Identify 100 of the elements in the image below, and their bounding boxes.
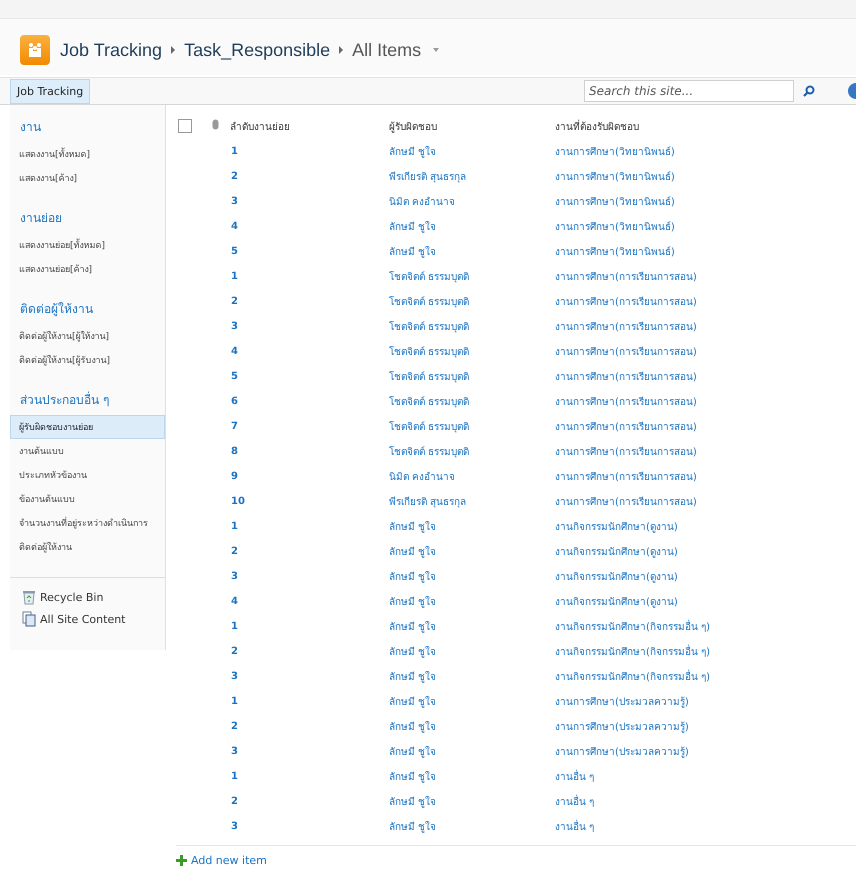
task-link[interactable]: งานการศึกษา(การเรียนการสอน) (555, 472, 697, 483)
table-cell[interactable]: 2 (230, 296, 238, 307)
table-cell[interactable]: 3 (230, 821, 238, 832)
table-cell[interactable]: 3 (230, 321, 238, 332)
person-link[interactable]: โชตจิตต์ ธรรมบุตดิ (389, 422, 470, 433)
nav-item[interactable]: ติดต่อผู้ให้งาน[ผู้ให้งาน] (10, 324, 165, 348)
person-link[interactable]: ลักษมี ชูใจ (389, 722, 436, 733)
view-selector[interactable]: All Items (352, 40, 422, 60)
column-header[interactable]: ลำดับงานย่อย (230, 122, 290, 132)
person-link[interactable]: ลักษมี ชูใจ (389, 672, 436, 683)
table-cell[interactable]: 3 (230, 571, 238, 582)
column-header[interactable]: ผู้รับผิดชอบ (389, 122, 437, 132)
task-link[interactable]: งานการศึกษา(ประมวลความรู้) (555, 747, 689, 758)
task-link[interactable]: งานการศึกษา(การเรียนการสอน) (555, 297, 697, 308)
person-link[interactable]: ลักษมี ชูใจ (389, 147, 436, 158)
table-cell[interactable]: 1 (230, 271, 238, 282)
table-cell[interactable]: 2 (230, 721, 238, 732)
table-cell[interactable]: 5 (230, 246, 238, 257)
person-link[interactable]: นิมิต คงอำนาจ (389, 472, 456, 483)
person-link[interactable]: โชตจิตต์ ธรรมบุตดิ (389, 347, 470, 358)
person-link[interactable]: โชตจิตต์ ธรรมบุตดิ (389, 372, 470, 383)
task-link[interactable]: งานการศึกษา(การเรียนการสอน) (555, 422, 697, 433)
task-link[interactable]: งานอื่น ๆ (555, 797, 594, 808)
task-link[interactable]: งานอื่น ๆ (555, 822, 594, 833)
table-cell[interactable]: 10 (230, 496, 245, 507)
task-link[interactable]: งานกิจกรรมนักศึกษา(กิจกรรมอื่น ๆ) (555, 672, 710, 683)
add-new-item-link[interactable]: Add new item (191, 854, 267, 867)
person-link[interactable]: ลักษมี ชูใจ (389, 572, 436, 583)
nav-item[interactable]: ติดต่อผู้ให้งาน[ผู้รับงาน] (10, 348, 165, 372)
table-cell[interactable]: 8 (230, 446, 238, 457)
task-link[interactable]: งานการศึกษา(การเรียนการสอน) (555, 397, 697, 408)
task-link[interactable]: งานการศึกษา(การเรียนการสอน) (555, 497, 697, 508)
person-link[interactable]: โชตจิตต์ ธรรมบุตดิ (389, 447, 470, 458)
person-link[interactable]: นิมิต คงอำนาจ (389, 197, 456, 208)
person-link[interactable]: โชตจิตต์ ธรรมบุตดิ (389, 322, 470, 333)
nav-item[interactable]: ติดต่อผู้ให้งาน (10, 535, 165, 559)
task-link[interactable]: งานการศึกษา(การเรียนการสอน) (555, 347, 697, 358)
task-link[interactable]: งานกิจกรรมนักศึกษา(ดูงาน) (555, 522, 678, 533)
table-cell[interactable]: 3 (230, 196, 238, 207)
nav-link[interactable]: Recycle Bin (40, 590, 104, 604)
nav-item[interactable]: แสดงงาน[ค้าง] (10, 166, 165, 190)
person-link[interactable]: ลักษมี ชูใจ (389, 597, 436, 608)
nav-heading[interactable]: งานย่อย (10, 208, 165, 233)
table-cell[interactable]: 2 (230, 796, 238, 807)
task-link[interactable]: งานกิจกรรมนักศึกษา(ดูงาน) (555, 547, 678, 558)
table-cell[interactable]: 4 (230, 596, 238, 607)
site-tab[interactable]: Job Tracking (10, 78, 90, 104)
breadcrumb-link[interactable]: Task_Responsible (184, 40, 330, 60)
table-cell[interactable]: 2 (230, 171, 238, 182)
nav-item[interactable]: จำนวนงานที่อยู่ระหว่างดำเนินการ (10, 511, 165, 535)
task-link[interactable]: งานการศึกษา(วิทยานิพนธ์) (555, 222, 675, 233)
task-link[interactable]: งานกิจกรรมนักศึกษา(กิจกรรมอื่น ๆ) (555, 647, 710, 658)
table-cell[interactable]: 3 (230, 746, 238, 757)
nav-item[interactable]: แสดงงาน[ทั้งหมด] (10, 142, 165, 166)
table-cell[interactable]: 3 (230, 671, 238, 682)
person-link[interactable]: ลักษมี ชูใจ (389, 547, 436, 558)
search-field[interactable]: Search this site... (584, 80, 794, 102)
task-link[interactable]: งานการศึกษา(การเรียนการสอน) (555, 322, 697, 333)
nav-heading[interactable]: ส่วนประกอบอื่น ๆ (10, 390, 165, 415)
task-link[interactable]: งานกิจกรรมนักศึกษา(ดูงาน) (555, 572, 678, 583)
person-link[interactable]: พีรเกียรติ สุนธรกุล (389, 497, 466, 508)
person-link[interactable]: โชตจิตต์ ธรรมบุตดิ (389, 397, 470, 408)
person-link[interactable]: โชตจิตต์ ธรรมบุตดิ (389, 272, 470, 283)
nav-item[interactable]: งานต้นแบบ (10, 439, 165, 463)
person-link[interactable]: ลักษมี ชูใจ (389, 522, 436, 533)
person-link[interactable]: ลักษมี ชูใจ (389, 247, 436, 258)
person-link[interactable]: ลักษมี ชูใจ (389, 647, 436, 658)
nav-item[interactable]: ข้องานต้นแบบ (10, 487, 165, 511)
person-link[interactable]: โชตจิตต์ ธรรมบุตดิ (389, 297, 470, 308)
task-link[interactable]: งานการศึกษา(การเรียนการสอน) (555, 272, 697, 283)
select-all-checkbox[interactable] (178, 119, 192, 133)
task-link[interactable]: งานกิจกรรมนักศึกษา(กิจกรรมอื่น ๆ) (555, 622, 710, 633)
task-link[interactable]: งานการศึกษา(วิทยานิพนธ์) (555, 197, 675, 208)
table-cell[interactable]: 1 (230, 696, 238, 707)
task-link[interactable]: งานการศึกษา(วิทยานิพนธ์) (555, 172, 675, 183)
breadcrumb-link[interactable]: Job Tracking (60, 40, 162, 60)
person-link[interactable]: ลักษมี ชูใจ (389, 697, 436, 708)
table-cell[interactable]: 4 (230, 221, 238, 232)
table-cell[interactable]: 9 (230, 471, 238, 482)
table-cell[interactable]: 6 (230, 396, 238, 407)
nav-link[interactable]: All Site Content (40, 612, 126, 626)
table-cell[interactable]: 2 (230, 646, 238, 657)
person-link[interactable]: ลักษมี ชูใจ (389, 747, 436, 758)
task-link[interactable]: งานการศึกษา(วิทยานิพนธ์) (555, 247, 675, 258)
task-link[interactable]: งานการศึกษา(ประมวลความรู้) (555, 697, 689, 708)
table-cell[interactable]: 1 (230, 621, 238, 632)
table-cell[interactable]: 1 (230, 771, 238, 782)
table-cell[interactable]: 1 (230, 521, 238, 532)
table-cell[interactable]: 7 (230, 421, 238, 432)
task-link[interactable]: งานกิจกรรมนักศึกษา(ดูงาน) (555, 597, 678, 608)
person-link[interactable]: ลักษมี ชูใจ (389, 797, 436, 808)
nav-heading[interactable]: งาน (10, 117, 165, 142)
table-cell[interactable]: 5 (230, 371, 238, 382)
nav-item[interactable]: แสดงงานย่อย[ทั้งหมด] (10, 233, 165, 257)
nav-item[interactable]: ประเภทหัวข้องาน (10, 463, 165, 487)
person-link[interactable]: ลักษมี ชูใจ (389, 822, 436, 833)
person-link[interactable]: พีรเกียรติ สุนธรกุล (389, 172, 466, 183)
task-link[interactable]: งานการศึกษา(ประมวลความรู้) (555, 722, 689, 733)
table-cell[interactable]: 1 (230, 146, 238, 157)
task-link[interactable]: งานการศึกษา(วิทยานิพนธ์) (555, 147, 675, 158)
